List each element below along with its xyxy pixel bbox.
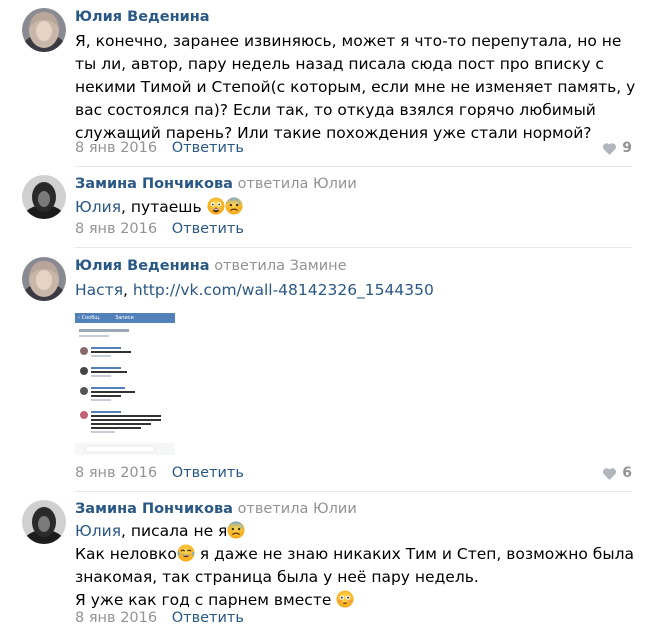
comment-text: Я, конечно, заранее извиняюсь, может я ч… xyxy=(75,30,645,145)
author-name[interactable]: Юлия Веденина xyxy=(75,258,210,274)
scared-emoji xyxy=(206,197,225,215)
reply-to[interactable]: ответила Юлии xyxy=(238,176,357,192)
reply-button[interactable]: Ответить xyxy=(172,610,244,626)
mention-link[interactable]: Настя xyxy=(75,281,123,299)
author-line: Замина Пончикова ответила Юлии xyxy=(75,175,357,193)
avatar[interactable] xyxy=(22,500,66,544)
flushed-emoji xyxy=(336,590,354,608)
comment-text: Настя, http://vk.com/wall-48142326_15443… xyxy=(75,279,645,302)
heart-icon xyxy=(603,467,617,480)
text-line: Юлия, писала не я xyxy=(75,520,645,543)
reply-to[interactable]: ответила Юлии xyxy=(238,501,357,517)
like-count: 6 xyxy=(622,465,632,481)
comment-body-line3: Я уже как год с парнем вместе xyxy=(75,591,332,609)
comment-body: , путаешь xyxy=(121,198,202,216)
fearful-emoji xyxy=(224,197,243,215)
author-line: Замина Пончикова ответила Юлии xyxy=(75,500,357,518)
comment-date[interactable]: 8 янв 2016 xyxy=(75,465,157,481)
avatar[interactable] xyxy=(22,257,66,301)
comment-text: Юлия, путаешь xyxy=(75,196,645,219)
author-name[interactable]: Замина Пончикова xyxy=(75,501,233,517)
comment-date[interactable]: 8 янв 2016 xyxy=(75,610,157,626)
author-name[interactable]: Юлия Веденина xyxy=(75,9,210,25)
comment-body-line1: , писала не я xyxy=(121,522,228,540)
comment-body-line2a: Как неловко xyxy=(75,545,177,563)
wall-post-link[interactable]: http://vk.com/wall-48142326_1544350 xyxy=(133,281,434,299)
divider xyxy=(75,166,632,167)
comment-meta: 8 янв 2016 Ответить xyxy=(75,609,244,627)
comment-body: Я, конечно, заранее извиняюсь, может я ч… xyxy=(75,32,636,142)
reply-button[interactable]: Ответить xyxy=(172,221,244,237)
avatar[interactable] xyxy=(22,175,66,219)
heart-icon xyxy=(603,142,617,155)
author-line: Юлия Веденина xyxy=(75,8,210,26)
like-count: 9 xyxy=(622,140,632,156)
comment-text: Юлия, писала не я Как неловко я даже не … xyxy=(75,520,645,612)
joy-tears-emoji xyxy=(177,544,195,562)
divider xyxy=(75,247,632,248)
comment-meta: 8 янв 2016 Ответить xyxy=(75,139,244,157)
comment-meta: 8 янв 2016 Ответить xyxy=(75,220,244,238)
like-button[interactable]: 6 xyxy=(602,465,632,481)
comment-date[interactable]: 8 янв 2016 xyxy=(75,140,157,156)
mention-link[interactable]: Юлия xyxy=(75,198,121,216)
avatar[interactable] xyxy=(22,8,66,52)
attached-screenshot[interactable]: ‹ Сообщ. Записи xyxy=(75,313,175,455)
text-line: Как неловко я даже не знаю никаких Тим и… xyxy=(75,543,645,589)
author-name[interactable]: Замина Пончикова xyxy=(75,176,233,192)
divider xyxy=(75,491,632,492)
reply-button[interactable]: Ответить xyxy=(172,465,244,481)
comment-date[interactable]: 8 янв 2016 xyxy=(75,221,157,237)
mention-link[interactable]: Юлия xyxy=(75,522,121,540)
fearful-emoji xyxy=(227,521,245,539)
comment-meta: 8 янв 2016 Ответить xyxy=(75,464,244,482)
thumb-header: ‹ Сообщ. Записи xyxy=(75,313,175,323)
like-button[interactable]: 9 xyxy=(602,140,632,156)
thumb-content xyxy=(75,323,175,455)
thumb-header-left: ‹ Сообщ. xyxy=(78,315,101,321)
thumb-header-right: Записи xyxy=(115,315,134,321)
reply-button[interactable]: Ответить xyxy=(172,140,244,156)
author-line: Юлия Веденина ответила Замине xyxy=(75,257,347,275)
comment-body: , xyxy=(123,281,133,299)
reply-to[interactable]: ответила Замине xyxy=(214,258,346,274)
